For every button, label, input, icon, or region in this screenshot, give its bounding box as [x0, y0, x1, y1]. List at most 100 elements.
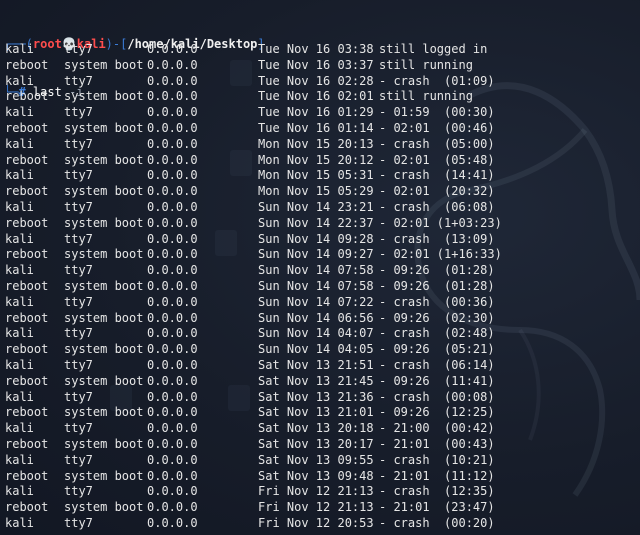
- row-user: reboot: [5, 500, 49, 515]
- row-status: - 21:01 (11:12): [379, 468, 495, 483]
- row-ip: 0.0.0.0: [147, 294, 198, 309]
- row-tty: system boot: [64, 57, 144, 72]
- row-status: - crash (06:14): [379, 357, 495, 372]
- row-user: kali: [5, 136, 34, 151]
- row-tty: system boot: [64, 342, 144, 357]
- row-date: Sun Nov 14 09:28: [258, 231, 374, 246]
- prompt-line: ┌──(root💀kali)-[/home/kali/Desktop]: [4, 36, 265, 52]
- row-user: kali: [5, 452, 34, 467]
- row-ip: 0.0.0.0: [147, 500, 198, 515]
- row-ip: 0.0.0.0: [147, 73, 198, 88]
- row-tty: tty7: [64, 326, 93, 341]
- row-ip: 0.0.0.0: [147, 405, 198, 420]
- row-tty: system boot: [64, 468, 144, 483]
- desktop-icon-ghost: [215, 230, 237, 256]
- desktop-icon-ghost: [230, 150, 252, 176]
- row-user: kali: [5, 42, 34, 56]
- terminal-window[interactable]: ┌──(root💀kali)-[/home/kali/Desktop] └─# …: [0, 0, 640, 535]
- row-user: kali: [5, 389, 34, 404]
- row-tty: tty7: [64, 42, 93, 56]
- row-status: - crash (12:35): [379, 484, 495, 499]
- row-tty: system boot: [64, 215, 144, 230]
- row-ip: 0.0.0.0: [147, 215, 198, 230]
- row-user: reboot: [5, 373, 49, 388]
- row-date: Sat Nov 13 20:17: [258, 436, 374, 451]
- row-status: - crash (00:20): [379, 515, 495, 530]
- row-date: Sat Nov 13 21:45: [258, 373, 374, 388]
- row-ip: 0.0.0.0: [147, 120, 198, 135]
- row-status: - crash (01:09): [379, 73, 495, 88]
- row-user: reboot: [5, 57, 49, 72]
- row-tty: tty7: [64, 168, 93, 183]
- row-user: reboot: [5, 215, 49, 230]
- row-user: kali: [5, 199, 34, 214]
- row-status: - crash (05:00): [379, 136, 495, 151]
- row-ip: 0.0.0.0: [147, 342, 198, 357]
- row-status: - 09:26 (02:30): [379, 310, 495, 325]
- row-ip: 0.0.0.0: [147, 515, 198, 530]
- row-user: reboot: [5, 468, 49, 483]
- row-ip: 0.0.0.0: [147, 389, 198, 404]
- row-status: - 02:01 (20:32): [379, 184, 495, 199]
- row-user: reboot: [5, 152, 49, 167]
- row-ip: 0.0.0.0: [147, 263, 198, 278]
- row-tty: tty7: [64, 484, 93, 499]
- row-ip: 0.0.0.0: [147, 468, 198, 483]
- row-ip: 0.0.0.0: [147, 357, 198, 372]
- row-tty: system boot: [64, 500, 144, 515]
- row-tty: tty7: [64, 263, 93, 278]
- row-user: kali: [5, 357, 34, 372]
- row-ip: 0.0.0.0: [147, 42, 198, 56]
- row-user: kali: [5, 263, 34, 278]
- row-ip: 0.0.0.0: [147, 373, 198, 388]
- row-status: - 21:01 (23:47): [379, 500, 495, 515]
- row-date: Sun Nov 14 09:27: [258, 247, 374, 262]
- row-user: kali: [5, 231, 34, 246]
- row-date: Mon Nov 15 05:29: [258, 184, 374, 199]
- row-user: reboot: [5, 278, 49, 293]
- row-ip: 0.0.0.0: [147, 247, 198, 262]
- row-tty: tty7: [64, 73, 93, 88]
- row-ip: 0.0.0.0: [147, 231, 198, 246]
- desktop-icon-ghost: [228, 385, 250, 411]
- row-date: Tue Nov 16 02:28: [258, 73, 374, 88]
- row-user: kali: [5, 326, 34, 341]
- row-user: reboot: [5, 310, 49, 325]
- row-ip: 0.0.0.0: [147, 436, 198, 451]
- row-tty: tty7: [64, 421, 93, 436]
- row-ip: 0.0.0.0: [147, 184, 198, 199]
- row-date: Sun Nov 14 07:22: [258, 294, 374, 309]
- row-tty: system boot: [64, 373, 144, 388]
- row-status: - 01:59 (00:30): [379, 105, 495, 120]
- row-status: - crash (10:21): [379, 452, 495, 467]
- row-ip: 0.0.0.0: [147, 421, 198, 436]
- row-status: still running: [379, 57, 473, 72]
- row-status: - crash (00:36): [379, 294, 495, 309]
- row-tty: tty7: [64, 452, 93, 467]
- row-user: reboot: [5, 247, 49, 262]
- row-status: - 02:01 (00:46): [379, 120, 495, 135]
- row-date: Tue Nov 16 01:29: [258, 105, 374, 120]
- row-status: - 09:26 (01:28): [379, 278, 495, 293]
- row-user: reboot: [5, 342, 49, 357]
- row-tty: system boot: [64, 89, 144, 104]
- row-ip: 0.0.0.0: [147, 326, 198, 341]
- row-tty: tty7: [64, 231, 93, 246]
- row-ip: 0.0.0.0: [147, 310, 198, 325]
- row-status: - 21:01 (00:43): [379, 436, 495, 451]
- row-date: Sun Nov 14 22:37: [258, 215, 374, 230]
- row-date: Fri Nov 12 20:53: [258, 515, 374, 530]
- row-ip: 0.0.0.0: [147, 452, 198, 467]
- row-ip: 0.0.0.0: [147, 89, 198, 104]
- row-status: - 02:01 (1+03:23): [379, 215, 502, 230]
- row-user: reboot: [5, 184, 49, 199]
- row-status: - 09:26 (05:21): [379, 342, 495, 357]
- row-ip: 0.0.0.0: [147, 278, 198, 293]
- row-date: Sun Nov 14 23:21: [258, 199, 374, 214]
- row-ip: 0.0.0.0: [147, 199, 198, 214]
- row-date: Sat Nov 13 20:18: [258, 421, 374, 436]
- row-date: Mon Nov 15 20:12: [258, 152, 374, 167]
- row-ip: 0.0.0.0: [147, 168, 198, 183]
- row-tty: system boot: [64, 436, 144, 451]
- row-tty: tty7: [64, 294, 93, 309]
